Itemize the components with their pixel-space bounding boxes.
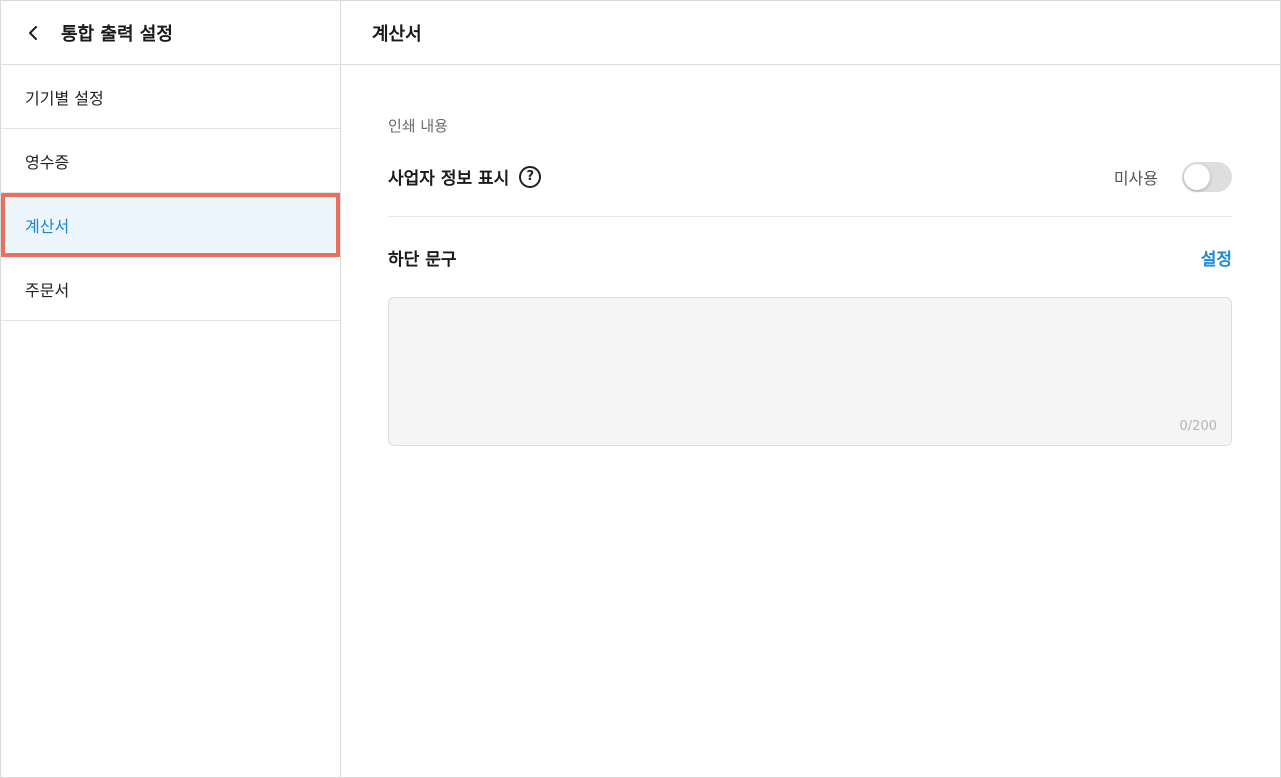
footer-text-row: 하단 문구 설정 [388,217,1232,297]
toggle-status-label: 미사용 [1113,168,1158,188]
section-label: 인쇄 내용 [388,117,448,135]
sidebar-header: 통합 출력 설정 [1,1,340,65]
sidebar-item-label: 영수증 [25,152,70,172]
sidebar-item-receipt[interactable]: 영수증 [1,129,340,193]
sidebar-item-label: 기기별 설정 [25,88,104,108]
sidebar: 통합 출력 설정 기기별 설정 영수증 계산서 주문서 [1,1,341,777]
sidebar-title: 통합 출력 설정 [61,23,173,45]
toggle-knob [1184,163,1210,190]
sidebar-item-label: 계산서 [25,217,70,236]
char-count: 0/200 [1179,419,1217,434]
sidebar-item-device-settings[interactable]: 기기별 설정 [1,65,340,129]
business-info-toggle-group: 미사용 [1113,161,1232,192]
business-info-label: 사업자 정보 표시 [388,169,510,189]
sidebar-item-order-sheet[interactable]: 주문서 [1,257,340,321]
sidebar-item-label: 주문서 [25,280,70,300]
business-info-title: 사업자 정보 표시 ? [388,164,542,189]
sidebar-item-invoice[interactable]: 계산서 [1,193,340,257]
chevron-left-icon[interactable] [25,25,41,41]
main-panel: 계산서 인쇄 내용 사업자 정보 표시 ? 미사용 하단 문구 설정 0/200 [341,1,1280,777]
settings-content: 인쇄 내용 사업자 정보 표시 ? 미사용 하단 문구 설정 0/200 [341,65,1280,446]
footer-text-set-button[interactable]: 설정 [1201,245,1232,270]
question-circle-icon[interactable]: ? [519,165,542,188]
business-info-toggle[interactable] [1182,161,1232,192]
footer-text-area[interactable]: 0/200 [388,297,1232,446]
page-title: 계산서 [341,1,1280,65]
business-info-row: 사업자 정보 표시 ? 미사용 [388,137,1232,217]
app-window: 통합 출력 설정 기기별 설정 영수증 계산서 주문서 계산서 인쇄 내용 사업… [0,0,1281,778]
footer-text-label: 하단 문구 [388,249,457,270]
